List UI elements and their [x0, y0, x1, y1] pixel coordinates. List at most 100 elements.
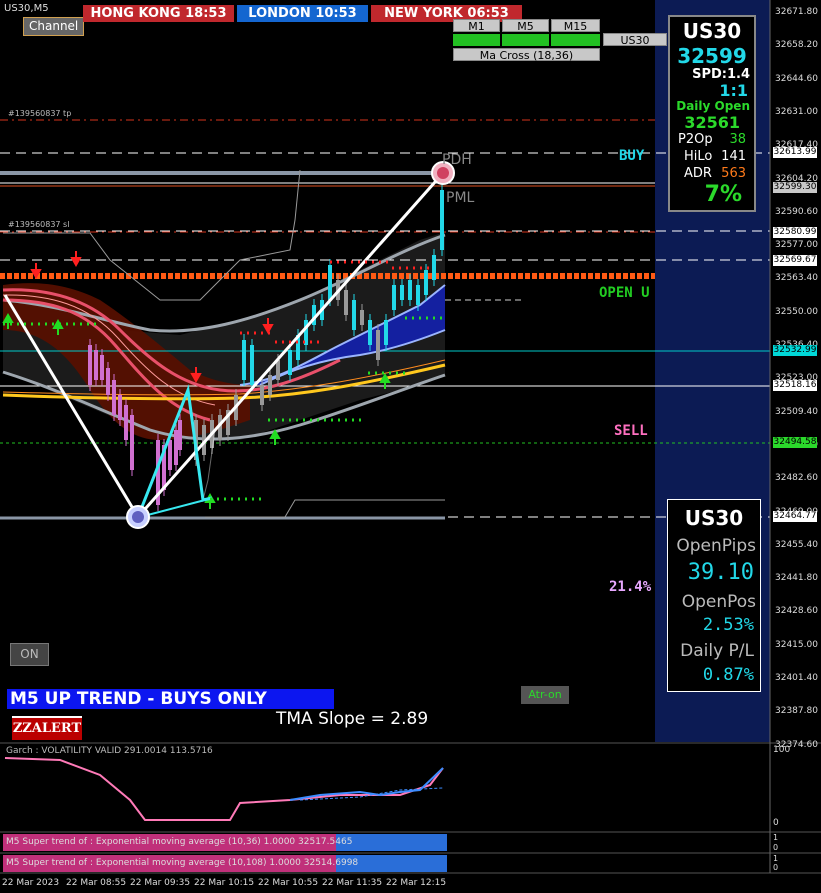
candle-body [344, 290, 348, 315]
price-axis-label: 32441.80 [775, 573, 818, 584]
tf-m1-button[interactable]: M1 [453, 19, 500, 33]
price-axis-label: 32482.60 [775, 473, 818, 484]
row-label: HiLo [684, 149, 713, 164]
price-axis-label: 32590.60 [775, 206, 818, 217]
pml-label: PML [446, 190, 475, 206]
st1-axis-top: 1 [773, 833, 779, 842]
time-axis-label: 22 Mar 10:55 [258, 878, 319, 888]
price-axis-label: 32658.20 [775, 40, 818, 51]
price-axis-label: 32415.00 [775, 639, 818, 650]
price-tag: 32569.67 [773, 255, 817, 266]
st1-axis-bottom: 0 [773, 843, 779, 852]
tf-m5-button[interactable]: M5 [502, 19, 549, 33]
candle-body [94, 350, 98, 380]
row-value: 563 [721, 166, 746, 181]
candle-body [368, 320, 372, 345]
daily-pl-label: Daily P/L [680, 641, 754, 661]
position-panel: US30 OpenPips 39.10 OpenPos 2.53% Daily … [667, 499, 761, 692]
panel-spread: SPD:1.4 [692, 67, 750, 82]
tf-m5-status [502, 34, 549, 46]
candle-body [328, 265, 332, 300]
price-axis-label: 32428.60 [775, 606, 818, 617]
candle-body [106, 368, 110, 395]
candle-body [118, 395, 122, 420]
tp-label: #139560837 tp [8, 109, 72, 118]
candle-body [288, 350, 292, 375]
candle-body [250, 345, 254, 385]
candle-body [268, 375, 272, 395]
row-label: ADR [684, 166, 712, 181]
price-tag: 32464.77 [773, 511, 817, 522]
st2-axis-top: 1 [773, 854, 779, 863]
price-tag: 32518.16 [773, 380, 817, 391]
open-label: OPEN U [599, 285, 650, 301]
buy-label: BUY [619, 148, 645, 164]
st2-axis-bottom: 0 [773, 863, 779, 872]
candle-body [242, 340, 246, 380]
candle-body [384, 320, 388, 345]
candle-body [124, 405, 128, 440]
candle-body [392, 285, 396, 310]
price-axis-label: 32631.00 [775, 106, 818, 117]
session-london: LONDON 10:53 [237, 5, 368, 22]
fib-percent-label: 21.4% [609, 579, 652, 595]
ma-cross-button[interactable]: Ma Cross (18,36) [453, 48, 600, 62]
symbol-button[interactable]: US30 [603, 33, 667, 47]
price-tag: 32613.99 [773, 147, 817, 158]
zzalert-logo: ZZALERT [12, 716, 82, 740]
panel-ratio: 1:1 [719, 81, 748, 100]
price-axis-label: 32550.00 [775, 306, 818, 317]
channel-button[interactable]: Channel [23, 17, 85, 36]
volatility-label: Garch : VOLATILITY VALID 291.0014 113.57… [6, 746, 213, 756]
sell-arrow-icon [70, 251, 82, 268]
price-axis-label: 32509.40 [775, 406, 818, 417]
time-axis-label: 22 Mar 2023 [2, 878, 60, 888]
panel-price: 32599 [677, 44, 747, 68]
row-value: 141 [721, 149, 746, 164]
session-city: HONG KONG [90, 6, 181, 21]
candle-body [174, 430, 178, 465]
on-button[interactable]: ON [10, 643, 49, 666]
time-axis-label: 22 Mar 11:35 [322, 878, 383, 888]
time-axis-label: 22 Mar 10:15 [194, 878, 255, 888]
tf-m15-status [551, 34, 600, 46]
price-axis-label: 32563.40 [775, 273, 818, 284]
tf-m15-button[interactable]: M15 [551, 19, 600, 33]
price-tag: 32580.99 [773, 227, 817, 238]
candle-body [88, 345, 92, 385]
session-time: 18:53 [185, 6, 227, 21]
session-time: 10:53 [315, 6, 357, 21]
price-tag: 32494.58 [773, 437, 817, 448]
open-pos-value: 2.53% [702, 615, 754, 635]
tf-m1-status [453, 34, 500, 46]
atr-button[interactable]: Atr-on [521, 686, 569, 704]
candle-body [260, 385, 264, 405]
time-axis-label: 22 Mar 09:35 [130, 878, 191, 888]
symbol-info-panel: US30 32599 SPD:1.4 1:1 Daily Open 32561 … [668, 15, 756, 212]
daily-pl-value: 0.87% [702, 665, 754, 685]
candle-body [276, 360, 280, 380]
session-city: LONDON [248, 6, 311, 21]
panel-symbol: US30 [684, 506, 744, 530]
open-pos-label: OpenPos [681, 592, 756, 612]
supertrend-label-1: M5 Super trend of : Exponential moving a… [6, 837, 353, 847]
vol-axis-bottom: 0 [773, 818, 779, 828]
open-pips-value: 39.10 [687, 560, 754, 585]
candle-body [360, 310, 364, 325]
candle-body [432, 255, 436, 280]
price-axis-label: 32387.80 [775, 706, 818, 717]
symbol-title: US30,M5 [4, 3, 49, 14]
trend-banner: M5 UP TREND - BUYS ONLY [7, 689, 334, 709]
price-axis-label: 32577.00 [775, 240, 818, 251]
price-axis-label: 32401.40 [775, 673, 818, 683]
candle-body [416, 285, 420, 305]
candle-body [178, 420, 182, 450]
candle-body [400, 285, 404, 300]
price-axis-label: 32455.40 [775, 539, 818, 550]
supertrend-label-2: M5 Super trend of : Exponential moving a… [6, 858, 359, 868]
candle-body [408, 280, 412, 300]
panel-percent: 7% [704, 182, 742, 207]
candle-body [130, 415, 134, 470]
candle-body [376, 330, 380, 360]
daily-open-label: Daily Open [676, 99, 750, 113]
